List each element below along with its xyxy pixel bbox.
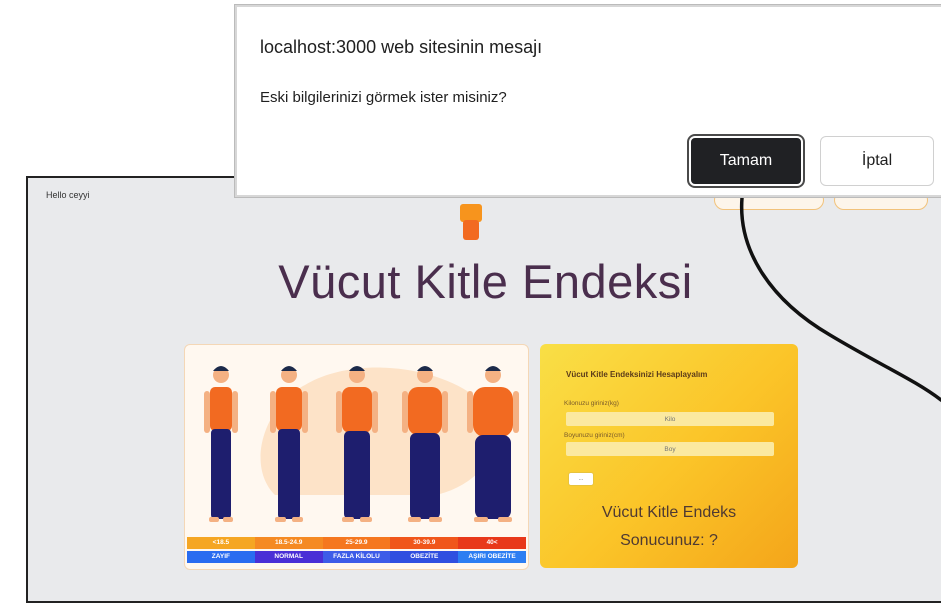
bmi-range: 30-39.9	[390, 537, 459, 549]
cancel-button[interactable]: İptal	[820, 136, 934, 186]
figure-underweight	[204, 366, 238, 522]
logo-icon	[460, 204, 482, 240]
dialog-message: Eski bilgilerinizi görmek ister misiniz?	[260, 89, 507, 106]
bmi-range-row: <18.5 18.5-24.9 25-29.9 30-39.9 40<	[187, 537, 526, 549]
bmi-calculator-card: Vücut Kitle Endeksinizi Hesaplayalım Kil…	[540, 344, 798, 568]
user-greeting: Hello ceyyi	[46, 190, 90, 200]
ok-button[interactable]: Tamam	[689, 136, 803, 186]
bmi-category: ZAYIF	[187, 551, 255, 563]
bmi-category: FAZLA KİLOLU	[322, 551, 391, 563]
calculator-title: Vücut Kitle Endeksinizi Hesaplayalım	[566, 370, 708, 379]
height-label: Boyunuzu giriniz(cm)	[564, 432, 625, 439]
calculate-button[interactable]: ...	[568, 472, 594, 486]
bmi-range: <18.5	[187, 537, 255, 549]
bmi-range: 40<	[458, 537, 526, 549]
bmi-range: 25-29.9	[322, 537, 391, 549]
bmi-category: NORMAL	[254, 551, 323, 563]
bmi-category: AŞIRI OBEZİTE	[458, 551, 526, 563]
app-window: Hello ceyyi Vücut Kitle Endeksi <18.5 18…	[26, 176, 941, 603]
bmi-range: 18.5-24.9	[254, 537, 323, 549]
alert-dialog: localhost:3000 web sitesinin mesajı Eski…	[235, 5, 941, 197]
bmi-category-row: ZAYIF NORMAL FAZLA KİLOLU OBEZİTE AŞIRI …	[187, 551, 526, 563]
weight-input[interactable]	[566, 412, 774, 426]
height-input[interactable]	[566, 442, 774, 456]
bmi-figures-illustration	[204, 366, 519, 522]
result-line-2: Sonucunuz: ?	[620, 532, 718, 549]
dialog-origin-text: localhost:3000 web sitesinin mesajı	[260, 37, 543, 57]
bmi-category: OBEZİTE	[390, 551, 459, 563]
bmi-illustration-card: <18.5 18.5-24.9 25-29.9 30-39.9 40< ZAYI…	[184, 344, 529, 570]
weight-label: Kilonuzu giriniz(kg)	[564, 400, 619, 407]
page-title: Vücut Kitle Endeksi	[278, 255, 693, 308]
result-line-1: Vücut Kitle Endeks	[601, 504, 737, 521]
